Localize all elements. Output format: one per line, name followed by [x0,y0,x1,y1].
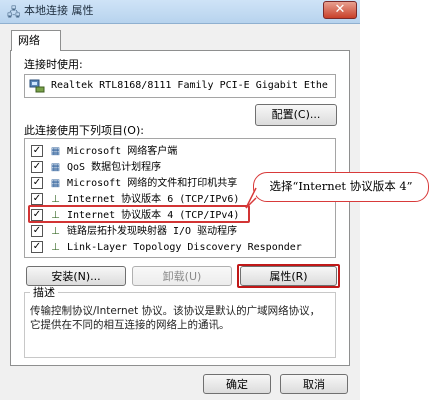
close-button[interactable]: ✕ [323,1,357,19]
network-adapter-icon [29,79,45,93]
item-checkbox[interactable]: ✓ [31,177,43,189]
configure-button[interactable]: 配置(C)... [255,104,337,126]
items-label: 此连接使用下列项目(O): [24,124,144,137]
protocol-icon: ⊥ [51,242,60,253]
protocol-icon: ⊥ [51,226,60,237]
qos-icon: ▦ [50,162,61,173]
list-item[interactable]: ✓ ▦ Microsoft 网络客户端 [29,143,333,160]
adapter-name: Realtek RTL8168/8111 Family PCI-E Gigabi… [51,80,328,91]
ok-button[interactable]: 确定 [203,374,271,394]
item-label: Link-Layer Topology Discovery Responder [67,242,302,253]
list-item[interactable]: ✓ ⊥ Link-Layer Topology Discovery Respon… [29,239,333,256]
window-title: 本地连接 属性 [24,4,94,17]
description-text: 传输控制协议/Internet 协议。该协议是默认的广域网络协议，它提供在不同的… [30,305,321,331]
connect-using-label: 连接时使用: [24,58,83,71]
item-label: Microsoft 网络的文件和打印机共享 [67,178,238,189]
item-checkbox[interactable]: ✓ [31,241,43,253]
network-client-icon: ▦ [50,146,61,157]
install-button[interactable]: 安装(N)... [26,266,126,286]
instruction-callout: 选择“Internet 协议版本 4” [253,172,429,202]
item-checkbox[interactable]: ✓ [31,225,43,237]
adapter-name-field: Realtek RTL8168/8111 Family PCI-E Gigabi… [24,74,336,98]
item-checkbox[interactable]: ✓ [31,161,43,173]
network-icon: 🖧 [7,5,21,19]
uninstall-button[interactable]: 卸载(U) [132,266,232,286]
properties-highlight-box [237,264,340,288]
item-label: QoS 数据包计划程序 [67,162,162,173]
callout-pointer [245,187,257,209]
description-title: 描述 [30,286,58,300]
item-label: 链路层拓扑发现映射器 I/O 驱动程序 [67,226,238,237]
item-checkbox[interactable]: ✓ [31,145,43,157]
tab-network[interactable]: 网络 [11,30,61,51]
cancel-button[interactable]: 取消 [280,374,348,394]
item-label: Microsoft 网络客户端 [67,146,178,157]
ipv4-highlight-box [28,205,250,223]
file-share-icon: ▦ [50,178,61,189]
item-checkbox[interactable]: ✓ [31,193,43,205]
list-item[interactable]: ✓ ⊥ 链路层拓扑发现映射器 I/O 驱动程序 [29,223,333,240]
